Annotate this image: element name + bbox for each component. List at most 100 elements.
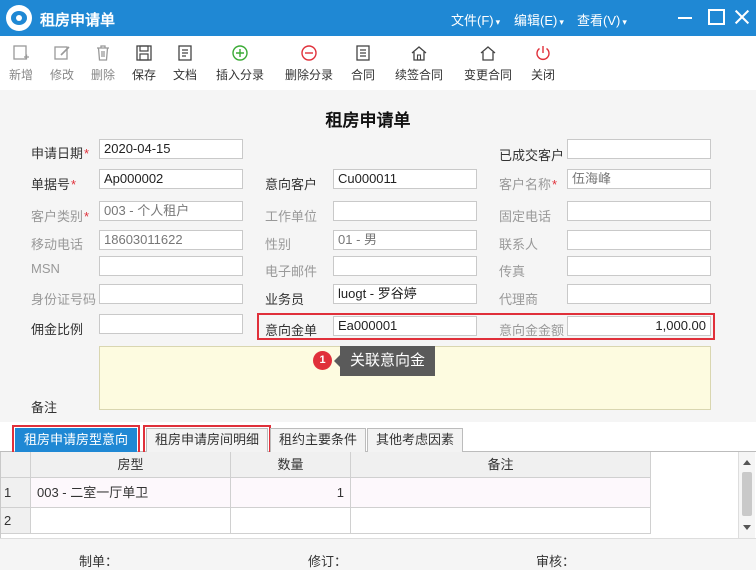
edit-icon [54,46,70,60]
edit-label: 修改 [49,68,74,82]
trash-icon [97,45,109,61]
new-button[interactable]: 新增 [6,44,36,83]
form-title: 租房申请单 [325,111,411,130]
form-area: 租房申请单 申请日期* 2020-04-15 单据号* Ap000002 客户类… [0,90,756,422]
gender-field[interactable]: 01 - 男 [333,230,477,250]
save-icon [136,45,152,61]
tab-lease-terms[interactable]: 租约主要条件 [270,428,367,452]
contract-icon [356,45,370,61]
agent-field[interactable] [567,284,711,304]
toolbar: 新增 修改 删除 保存 文档 插入分录 删除分录 合同 续签合同 变更合同 关闭 [0,36,756,90]
email-field[interactable] [333,256,477,276]
renew-contract-label: 续签合同 [394,68,443,82]
renew-contract-button[interactable]: 续签合同 [391,44,447,83]
contact-field[interactable] [567,230,711,250]
save-button[interactable]: 保存 [129,44,159,83]
intended-customer-field[interactable]: Cu000011 [333,169,477,189]
app-logo-icon [6,5,32,31]
closed-customer-label: 已成交客户 [499,148,565,163]
house-icon [480,46,496,61]
room-type-grid: 房型 数量 备注 1 003 - 二室一厅单卫 1 2 [0,452,756,538]
agent-label: 代理商 [499,292,539,307]
deposit-doc-label: 意向金单 [265,323,318,338]
commission-ratio-label: 佣金比例 [31,322,84,337]
menu-edit[interactable]: 编辑(E) [514,10,564,29]
footer-bar: 制单： 修订： 审核： [0,538,756,570]
audit-label: 审核： [536,554,576,569]
column-header-quantity[interactable]: 数量 [231,452,351,478]
closed-customer-field[interactable] [567,139,711,159]
menu-view[interactable]: 查看(V) [577,10,627,29]
title-bar: 租房申请单 文件(F) 编辑(E) 查看(V) [0,0,756,36]
id-no-field[interactable] [99,284,243,304]
document-label: 文档 [172,68,197,82]
change-contract-button[interactable]: 变更合同 [460,44,516,83]
commission-ratio-field[interactable] [99,314,243,334]
customer-name-field[interactable]: 伍海峰 [567,169,711,189]
close-label: 关闭 [530,68,555,82]
deposit-amount-field[interactable]: 1,000.00 [567,316,711,336]
delete-entry-label: 删除分录 [284,68,333,82]
doc-no-field[interactable]: Ap000002 [99,169,243,189]
salesman-field[interactable]: luogt - 罗谷婷 [333,284,477,304]
customer-type-field[interactable]: 003 - 个人租户 [99,201,243,221]
contract-button[interactable]: 合同 [348,44,378,83]
fax-field[interactable] [567,256,711,276]
plus-circle-icon [232,45,248,61]
maximize-icon[interactable] [705,6,727,28]
tab-bar: 租房申请房型意向 租房申请房间明细 租约主要条件 其他考虑因素 [0,422,756,455]
tab-room-type-intent[interactable]: 租房申请房型意向 [11,425,141,455]
revise-label: 修订： [308,554,348,569]
landline-field[interactable] [567,201,711,221]
delete-button[interactable]: 删除 [88,44,118,83]
insert-entry-label: 插入分录 [215,68,264,82]
minimize-icon[interactable] [675,6,697,28]
tab-other-factors[interactable]: 其他考虑因素 [367,428,464,452]
remarks-label: 备注 [31,400,58,415]
customer-type-label: 客户类别* [31,209,90,224]
window-title: 租房申请单 [40,12,116,29]
fax-label: 传真 [499,264,526,279]
scroll-up-icon[interactable] [743,460,751,465]
cell-room-type[interactable]: 003 - 二室一厅单卫 [31,478,231,508]
grid-corner [1,452,31,478]
intended-customer-label: 意向客户 [265,177,318,192]
work-unit-field[interactable] [333,201,477,221]
new-label: 新增 [8,68,33,82]
edit-button[interactable]: 修改 [47,44,77,83]
mobile-field[interactable]: 18603011622 [99,230,243,250]
apply-date-field[interactable]: 2020-04-15 [99,139,243,159]
scroll-down-icon[interactable] [743,525,751,530]
minus-circle-icon [301,45,317,61]
cell-note[interactable] [351,508,651,534]
cell-note[interactable] [351,478,651,508]
row-number: 1 [1,478,31,508]
work-unit-label: 工作单位 [265,209,318,224]
tab-room-detail[interactable]: 租房申请房间明细 [142,425,272,455]
landline-label: 固定电话 [499,209,552,224]
contact-label: 联系人 [499,237,539,252]
save-label: 保存 [131,68,156,82]
deposit-amount-label: 意向金金额 [499,323,565,338]
gender-label: 性别 [265,237,292,252]
scroll-thumb[interactable] [742,472,752,516]
delete-entry-button[interactable]: 删除分录 [281,44,337,83]
cell-quantity[interactable]: 1 [231,478,351,508]
column-header-room-type[interactable]: 房型 [31,452,231,478]
cell-quantity[interactable] [231,508,351,534]
grid-scrollbar[interactable] [738,452,755,538]
mobile-label: 移动电话 [31,237,84,252]
deposit-doc-field[interactable]: Ea000001 [333,316,477,336]
change-contract-label: 变更合同 [463,68,512,82]
power-icon [536,46,550,60]
close-button[interactable]: 关闭 [528,44,558,83]
salesman-label: 业务员 [265,292,305,307]
column-header-note[interactable]: 备注 [351,452,651,478]
cell-room-type[interactable] [31,508,231,534]
insert-entry-button[interactable]: 插入分录 [212,44,268,83]
close-window-icon[interactable] [731,6,753,28]
maker-label: 制单： [79,554,119,569]
document-button[interactable]: 文档 [170,44,200,83]
msn-field[interactable] [99,256,243,276]
menu-file[interactable]: 文件(F) [451,10,500,29]
